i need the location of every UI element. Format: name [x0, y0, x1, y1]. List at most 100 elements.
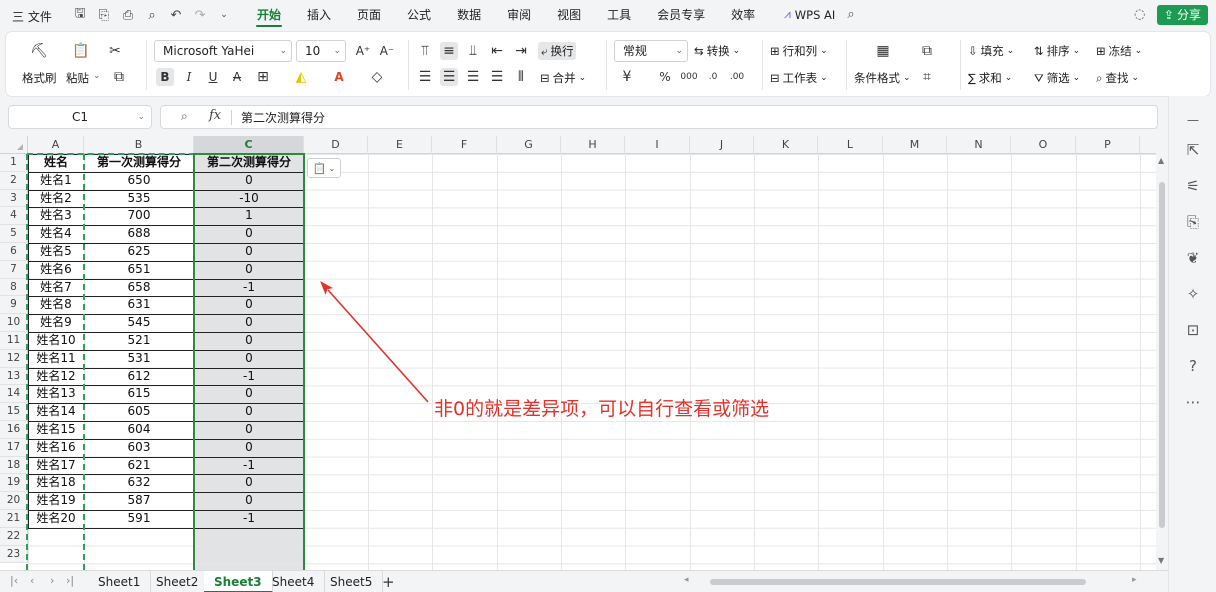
- decrease-decimal-icon[interactable]: .00: [728, 68, 746, 86]
- tab-page[interactable]: 页面: [344, 0, 394, 30]
- align-top-icon[interactable]: ⫪: [416, 42, 434, 60]
- font-color-icon[interactable]: A: [330, 68, 348, 86]
- last-sheet-icon[interactable]: ›|: [66, 574, 74, 587]
- border-icon[interactable]: ⊞: [254, 68, 272, 86]
- chevron-down-icon[interactable]: ⌄: [216, 7, 232, 23]
- redo-icon[interactable]: ↷: [192, 7, 208, 23]
- share-button[interactable]: ⇪ 分享: [1156, 5, 1208, 25]
- tab-tools[interactable]: 工具: [594, 0, 644, 30]
- paste-button[interactable]: 粘贴: [66, 70, 89, 86]
- conditional-format-button[interactable]: 条件格式 ⌄: [854, 70, 911, 86]
- undo-icon[interactable]: ↶: [168, 7, 184, 23]
- save-icon[interactable]: 🖫: [72, 6, 88, 23]
- scroll-thumb[interactable]: [710, 579, 1086, 585]
- print-preview-icon[interactable]: ⌕: [144, 7, 160, 23]
- table-style-icon[interactable]: ⌗: [918, 68, 936, 86]
- tab-formula[interactable]: 公式: [394, 0, 444, 30]
- styles-icon[interactable]: ❦: [1183, 248, 1203, 268]
- wps-ai-button[interactable]: ⩘ WPS AI ⌕: [784, 7, 855, 22]
- tab-review[interactable]: 审阅: [494, 0, 544, 30]
- distribute-icon[interactable]: ⫴: [512, 68, 530, 86]
- italic-icon[interactable]: I: [180, 68, 198, 86]
- sheet-tab-5[interactable]: Sheet5: [320, 571, 384, 592]
- book-icon[interactable]: ⊡: [1183, 320, 1203, 340]
- print-icon[interactable]: ⎙: [120, 7, 136, 23]
- settings-sliders-icon[interactable]: ⚟: [1183, 176, 1203, 196]
- tab-efficiency[interactable]: 效率: [718, 0, 768, 30]
- search-icon[interactable]: ⌕: [847, 7, 854, 22]
- vertical-scrollbar[interactable]: ▲ ▼: [1156, 154, 1168, 570]
- cursor-icon[interactable]: ⇱: [1183, 140, 1203, 160]
- cell-style-icon[interactable]: ⧉: [918, 42, 936, 60]
- next-sheet-icon[interactable]: ›: [50, 574, 54, 587]
- align-right-icon[interactable]: ☰: [464, 68, 482, 86]
- conditional-format-icon[interactable]: ▦: [874, 42, 892, 60]
- tab-member[interactable]: 会员专享: [644, 0, 718, 30]
- fx-icon[interactable]: fx: [209, 108, 221, 123]
- prev-sheet-icon[interactable]: ‹: [30, 574, 34, 587]
- clear-format-icon[interactable]: ◇: [368, 68, 386, 86]
- align-left-icon[interactable]: ☰: [416, 68, 434, 86]
- strikethrough-icon[interactable]: A: [228, 68, 246, 86]
- thousands-icon[interactable]: 000: [680, 68, 698, 86]
- export-icon[interactable]: ⎘: [1183, 212, 1203, 232]
- fill-button[interactable]: ⇩ 填充 ⌄: [968, 43, 1014, 59]
- scroll-down-icon[interactable]: ▼: [1158, 556, 1164, 565]
- tab-home[interactable]: 开始: [244, 0, 294, 30]
- format-painter-icon[interactable]: ⛏: [30, 42, 48, 60]
- align-middle-icon[interactable]: ≡: [440, 42, 458, 60]
- zoom-icon[interactable]: ⌕: [181, 109, 188, 124]
- decrease-indent-icon[interactable]: ⇤: [488, 42, 506, 60]
- minus-icon[interactable]: —: [1183, 110, 1203, 130]
- help-icon[interactable]: ?: [1183, 356, 1203, 376]
- rows-cols-button[interactable]: ⊞ 行和列 ⌄: [770, 43, 828, 59]
- scroll-right-icon[interactable]: ▸: [1132, 575, 1137, 585]
- scroll-left-icon[interactable]: ◂: [684, 575, 689, 585]
- filter-button[interactable]: ⛛ 筛选 ⌄: [1034, 70, 1080, 86]
- decrease-font-icon[interactable]: A⁻: [378, 42, 396, 60]
- scroll-thumb[interactable]: [1159, 182, 1165, 528]
- tab-view[interactable]: 视图: [544, 0, 594, 30]
- currency-icon[interactable]: ¥: [618, 68, 636, 86]
- freeze-button[interactable]: ⊞ 冻结 ⌄: [1096, 43, 1142, 59]
- wrap-text-button[interactable]: ⤶ 换行: [538, 42, 577, 60]
- sheet-tab-1[interactable]: Sheet1: [88, 571, 152, 592]
- more-icon[interactable]: ⋯: [1183, 392, 1203, 412]
- chevron-down-icon[interactable]: ⌄: [93, 71, 101, 81]
- scroll-up-icon[interactable]: ▲: [1158, 156, 1164, 165]
- font-name-select[interactable]: Microsoft YaHei ⌄: [154, 40, 292, 62]
- convert-button[interactable]: ⇆ 转换 ⌄: [694, 43, 740, 59]
- horizontal-scrollbar[interactable]: ◂ ▸: [684, 575, 1137, 586]
- tab-data[interactable]: 数据: [444, 0, 494, 30]
- worksheet-button[interactable]: ⊟ 工作表 ⌄: [770, 70, 828, 86]
- number-format-select[interactable]: 常规 ⌄: [614, 40, 688, 62]
- format-painter-button[interactable]: 格式刷: [22, 70, 57, 86]
- underline-icon[interactable]: U: [204, 68, 222, 86]
- increase-decimal-icon[interactable]: .0: [704, 68, 722, 86]
- first-sheet-icon[interactable]: |‹: [10, 574, 18, 587]
- export-icon[interactable]: ⎘: [96, 7, 112, 23]
- copy-icon[interactable]: ⧉: [110, 68, 128, 86]
- sort-button[interactable]: ⇅ 排序 ⌄: [1034, 43, 1080, 59]
- align-bottom-icon[interactable]: ⫫: [464, 42, 482, 60]
- file-menu[interactable]: 三 文件: [12, 8, 52, 25]
- find-button[interactable]: ⌕ 查找 ⌄: [1096, 70, 1139, 86]
- sheet-tab-2[interactable]: Sheet2: [146, 571, 210, 592]
- cut-icon[interactable]: ✂: [106, 42, 124, 60]
- formula-input[interactable]: ⌕ fx 第二次测算得分: [160, 105, 1158, 129]
- paste-icon[interactable]: 📋: [72, 42, 90, 60]
- merge-button[interactable]: ⊟ 合并 ⌄: [540, 70, 586, 86]
- sum-button[interactable]: ∑ 求和 ⌄: [968, 70, 1012, 86]
- name-box[interactable]: C1 ⌄: [8, 105, 152, 129]
- chat-icon[interactable]: ◌: [1134, 7, 1145, 22]
- fill-color-icon[interactable]: ◭: [292, 68, 310, 86]
- justify-icon[interactable]: ☰: [488, 68, 506, 86]
- percent-icon[interactable]: %: [656, 68, 674, 86]
- spreadsheet-grid[interactable]: ABCDEFGHIJKLMNOP 1 2 3 4 5 6 7 8 9 10 11 12 13 14 15 16…: [0, 136, 1156, 570]
- tools-icon[interactable]: ✧: [1183, 284, 1203, 304]
- increase-indent-icon[interactable]: ⇥: [512, 42, 530, 60]
- increase-font-icon[interactable]: A⁺: [354, 42, 372, 60]
- align-center-icon[interactable]: ☰: [440, 68, 458, 86]
- bold-icon[interactable]: B: [156, 68, 174, 86]
- tab-insert[interactable]: 插入: [294, 0, 344, 30]
